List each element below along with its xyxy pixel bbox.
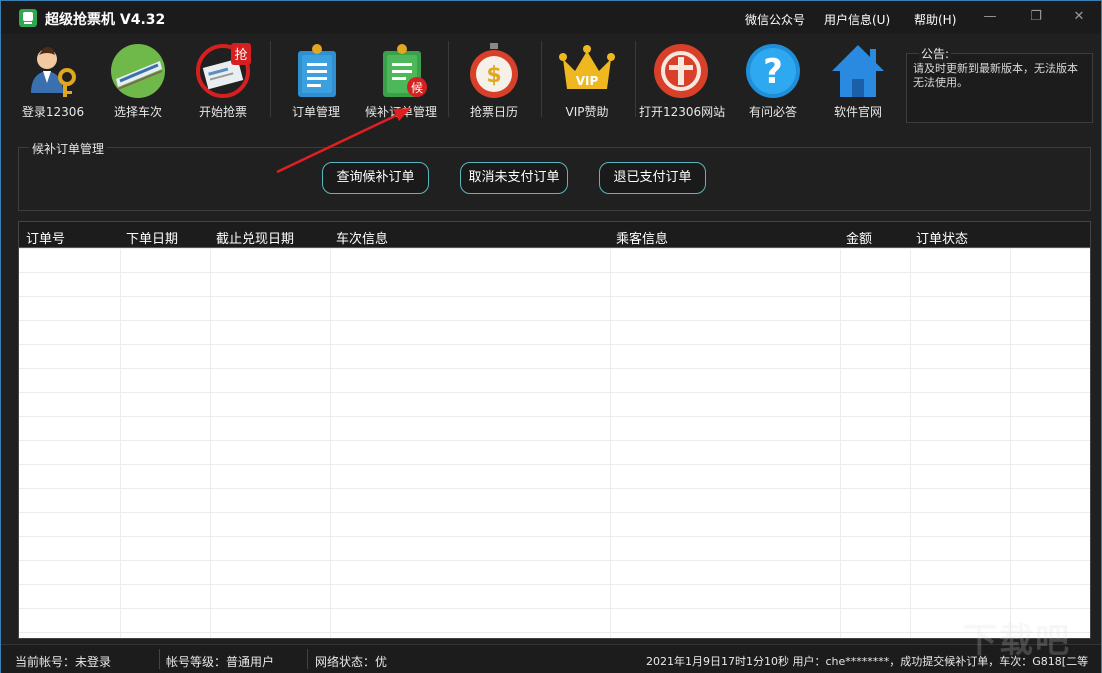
watermark: 下载吧 bbox=[963, 621, 1071, 661]
annotation-arrow bbox=[276, 108, 411, 174]
app-window: 超级抢票机 V4.32 微信公众号 用户信息(U) 帮助(H) — ❐ ✕ 登录… bbox=[0, 0, 1102, 673]
